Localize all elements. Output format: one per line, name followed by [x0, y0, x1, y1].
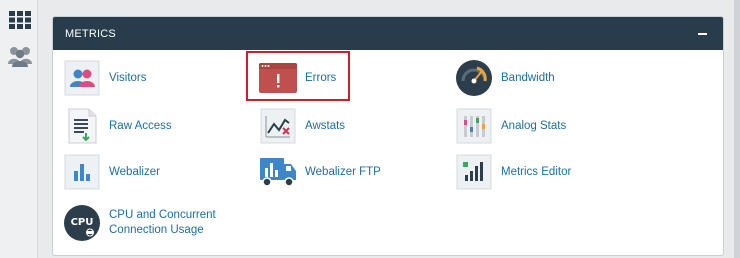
minus-icon[interactable] [695, 27, 709, 41]
panel-header: METRICS [53, 17, 723, 50]
bandwidth-icon [455, 59, 493, 97]
cpu-icon: CPU [63, 204, 101, 242]
metric-label-analog-stats: Analog Stats [501, 119, 567, 132]
metric-item-visitors[interactable]: Visitors [63, 58, 147, 98]
metric-label-webalizer: Webalizer [109, 165, 160, 178]
metric-label-awstats: Awstats [305, 119, 346, 132]
metric-item-analog-stats[interactable]: Analog Stats [455, 106, 566, 146]
grid-icon[interactable] [8, 8, 32, 32]
users-icon[interactable] [8, 44, 32, 68]
metric-label-visitors: Visitors [109, 71, 147, 84]
metric-label-raw-access: Raw Access [109, 119, 172, 132]
raw-access-icon [63, 107, 101, 145]
svg-text:CPU: CPU [71, 217, 94, 228]
metric-label-webalizer-ftp: Webalizer FTP [305, 165, 381, 178]
metrics-panel: METRICS Visitors Errors Bandwidth Raw Ac… [52, 16, 724, 256]
panel-title: METRICS [65, 27, 116, 40]
metric-label-bandwidth: Bandwidth [501, 71, 555, 84]
webalizer-icon [63, 153, 101, 191]
metric-label-metrics-editor: Metrics Editor [501, 165, 572, 178]
webalizer-ftp-icon [259, 153, 297, 191]
metrics-editor-icon [455, 153, 493, 191]
metric-item-cpu-usage[interactable]: CPU CPU and Concurrent Connection Usage [63, 203, 249, 243]
page-edge [734, 0, 740, 258]
metric-item-bandwidth[interactable]: Bandwidth [455, 58, 555, 98]
visitors-icon [63, 59, 101, 97]
errors-highlight-box [246, 51, 350, 101]
metric-item-metrics-editor[interactable]: Metrics Editor [455, 152, 571, 192]
metrics-grid: Visitors Errors Bandwidth Raw Access Aws… [53, 50, 723, 255]
metric-item-webalizer-ftp[interactable]: Webalizer FTP [259, 152, 381, 192]
metric-item-awstats[interactable]: Awstats [259, 106, 345, 146]
left-rail [0, 0, 38, 258]
awstats-icon [259, 107, 297, 145]
metric-item-webalizer[interactable]: Webalizer [63, 152, 160, 192]
metric-label-cpu-usage: CPU and Concurrent Connection Usage [109, 209, 216, 236]
metric-item-raw-access[interactable]: Raw Access [63, 106, 172, 146]
analog-stats-icon [455, 107, 493, 145]
